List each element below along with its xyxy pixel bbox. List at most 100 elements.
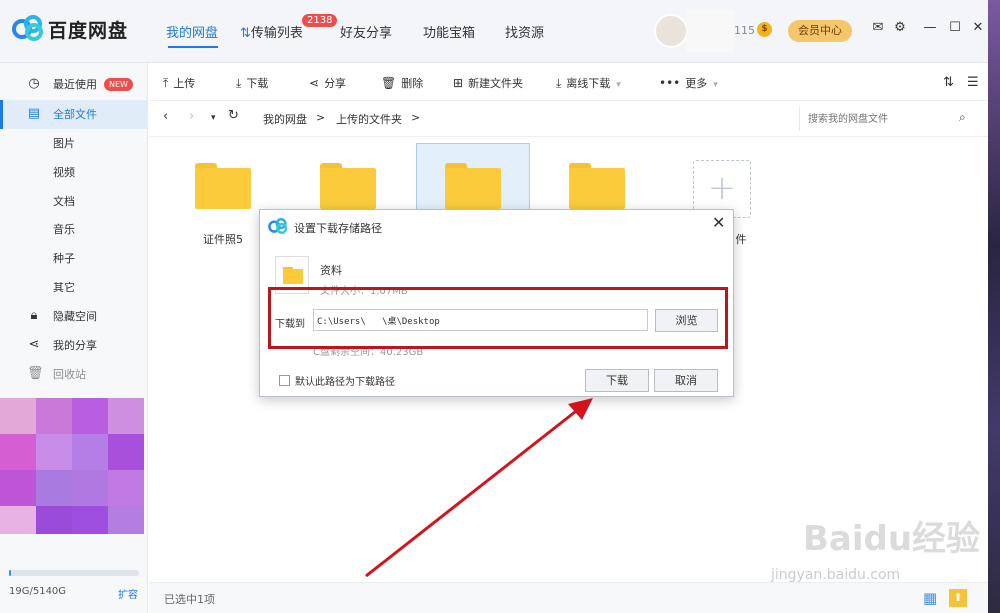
sidebar-item-all-files[interactable]: ▤ 全部文件: [0, 100, 148, 129]
search-icon[interactable]: ⌕: [959, 110, 966, 125]
more-button[interactable]: ••• 更多 ▾: [659, 75, 718, 91]
sort-icon[interactable]: ⇅: [943, 75, 954, 90]
share-label: 分享: [324, 77, 347, 90]
download-icon: ⤓: [236, 76, 242, 90]
sidebar: ◷ 最近使用 NEW ▤ 全部文件 图片 视频 文档 音乐 种子 其它 🔒︎ 隐…: [0, 63, 148, 613]
nav-transfer-label: 传输列表: [250, 26, 303, 41]
download-button[interactable]: ⤓ 下载: [236, 75, 268, 91]
dialog-file-name: 资料: [320, 264, 342, 277]
sidebar-item-label: 视频: [53, 166, 75, 179]
app-brand: 百度网盘: [48, 20, 129, 42]
baidu-netdisk-logo: [268, 218, 288, 234]
settings-icon[interactable]: ⚙: [892, 20, 908, 38]
delete-button[interactable]: 🗑︎ 删除: [381, 75, 423, 91]
sidebar-item-videos[interactable]: 视频: [0, 158, 148, 187]
annotation-highlight-box: [268, 287, 728, 349]
sidebar-item-torrents[interactable]: 种子: [0, 244, 148, 273]
sidebar-item-other[interactable]: 其它: [0, 273, 148, 302]
sidebar-item-label: 音乐: [53, 223, 75, 236]
offline-download-button[interactable]: ⤓ 离线下载 ▾: [556, 75, 621, 91]
clock-icon: ◷: [28, 76, 40, 91]
folder-icon[interactable]: [569, 163, 625, 209]
sidebar-item-my-share[interactable]: ⋖ 我的分享: [0, 331, 148, 360]
nav-tools[interactable]: 功能宝箱: [423, 22, 475, 41]
list-view-icon[interactable]: ☰: [967, 75, 979, 90]
breadcrumb-root[interactable]: 我的网盘: [263, 111, 307, 127]
forward-icon[interactable]: ›: [189, 109, 194, 124]
maximize-icon[interactable]: ☐: [947, 20, 963, 38]
avatar[interactable]: [654, 14, 688, 48]
folder-icon[interactable]: [445, 163, 501, 209]
dialog-title: 设置下载存储路径: [294, 222, 382, 235]
search-input[interactable]: [799, 107, 984, 131]
more-icon: •••: [659, 76, 681, 90]
watermark-url: jingyan.baidu.com: [771, 567, 901, 583]
transfer-icon: ⇅: [240, 26, 251, 41]
nav-transfer[interactable]: ⇅传输列表: [240, 22, 303, 41]
folder-icon[interactable]: [320, 163, 376, 209]
default-path-checkbox[interactable]: [279, 375, 290, 386]
trash-icon: 🗑︎: [27, 366, 44, 381]
download-label: 下载: [246, 77, 269, 90]
sidebar-item-recycle-bin[interactable]: 🗑︎ 回收站: [0, 360, 148, 389]
sidebar-item-hidden-space[interactable]: 🔒︎ 隐藏空间: [0, 302, 148, 331]
username-redacted: [686, 10, 734, 52]
storage-quota-text: 19G/5140G: [9, 586, 67, 597]
download-confirm-button[interactable]: 下载: [585, 369, 649, 392]
new-folder-button[interactable]: ⊞ 新建文件夹: [453, 75, 523, 91]
sidebar-item-label: 图片: [53, 137, 75, 150]
dialog-close-icon[interactable]: ✕: [712, 213, 725, 232]
upload-button[interactable]: ⤒ 上传: [163, 75, 195, 91]
default-path-label: 默认此路径为下载路径: [295, 377, 395, 388]
more-label: 更多: [685, 77, 708, 90]
sidebar-item-label: 最近使用: [53, 78, 97, 91]
sidebar-item-label: 种子: [53, 252, 75, 265]
nav-active-underline: [168, 46, 218, 48]
storage-quota-fill: [9, 570, 11, 576]
breadcrumb-current[interactable]: 上传的文件夹: [336, 111, 402, 127]
sidebar-item-images[interactable]: 图片: [0, 129, 148, 158]
file-name[interactable]: 证件照5: [190, 231, 256, 247]
watermark-text: Baidu经验: [803, 519, 981, 559]
path-bar: ‹ › ▾ ↻ 我的网盘 > 上传的文件夹 > ⌕: [149, 101, 988, 137]
nav-my-disk[interactable]: 我的网盘: [166, 22, 218, 41]
share-button[interactable]: ⋖ 分享: [309, 75, 346, 91]
sidebar-item-label: 回收站: [53, 368, 86, 381]
sidebar-item-recent[interactable]: ◷ 最近使用 NEW: [0, 70, 148, 99]
toolbar: ⤒ 上传 ⤓ 下载 ⋖ 分享 🗑︎ 删除 ⊞ 新建文件夹 ⤓ 离线下载 ▾ ••• 更多 ▾ ⇅ …: [149, 63, 988, 101]
expand-storage-link[interactable]: 扩容: [118, 586, 138, 601]
pixelated-ad-banner: [0, 398, 145, 540]
upload-icon: ⤒: [163, 76, 169, 90]
sidebar-item-music[interactable]: 音乐: [0, 215, 148, 244]
sidebar-item-docs[interactable]: 文档: [0, 187, 148, 216]
nav-find-resources[interactable]: 找资源: [505, 22, 544, 41]
breadcrumb-separator: >: [316, 111, 326, 124]
upload-label: 上传: [173, 77, 196, 90]
title-bar: 百度网盘 我的网盘 ⇅传输列表 2138 好友分享 功能宝箱 找资源 115 $…: [0, 0, 1000, 63]
coin-icon: $: [757, 22, 772, 37]
user-number: 115: [734, 24, 755, 37]
nav-friend-share[interactable]: 好友分享: [340, 22, 392, 41]
sidebar-item-label: 全部文件: [53, 108, 97, 121]
vip-center-button[interactable]: 会员中心: [788, 20, 852, 42]
minimize-icon[interactable]: —: [922, 20, 938, 38]
back-icon[interactable]: ‹: [163, 109, 168, 124]
folder-icon[interactable]: [195, 163, 251, 209]
share-icon: ⋖: [309, 76, 320, 90]
breadcrumb-separator: >: [411, 111, 421, 124]
cancel-button[interactable]: 取消: [654, 369, 718, 392]
baidu-jingyan-watermark: Baidu经验 jingyan.baidu.com: [763, 503, 993, 593]
file-name[interactable]: 件: [734, 231, 748, 247]
delete-label: 删除: [401, 77, 424, 90]
selection-status: 已选中1项: [164, 593, 215, 606]
mail-icon[interactable]: ✉: [870, 20, 886, 38]
refresh-icon[interactable]: ↻: [228, 108, 239, 123]
close-icon[interactable]: ✕: [970, 20, 986, 38]
trash-icon: 🗑︎: [381, 76, 397, 90]
sidebar-item-label: 文档: [53, 195, 75, 208]
sidebar-item-label: 其它: [53, 281, 75, 294]
history-dropdown-icon[interactable]: ▾: [211, 113, 216, 123]
offline-download-icon: ⤓: [556, 76, 562, 90]
chevron-down-icon: ▾: [616, 80, 621, 90]
baidu-netdisk-logo: [12, 15, 43, 41]
